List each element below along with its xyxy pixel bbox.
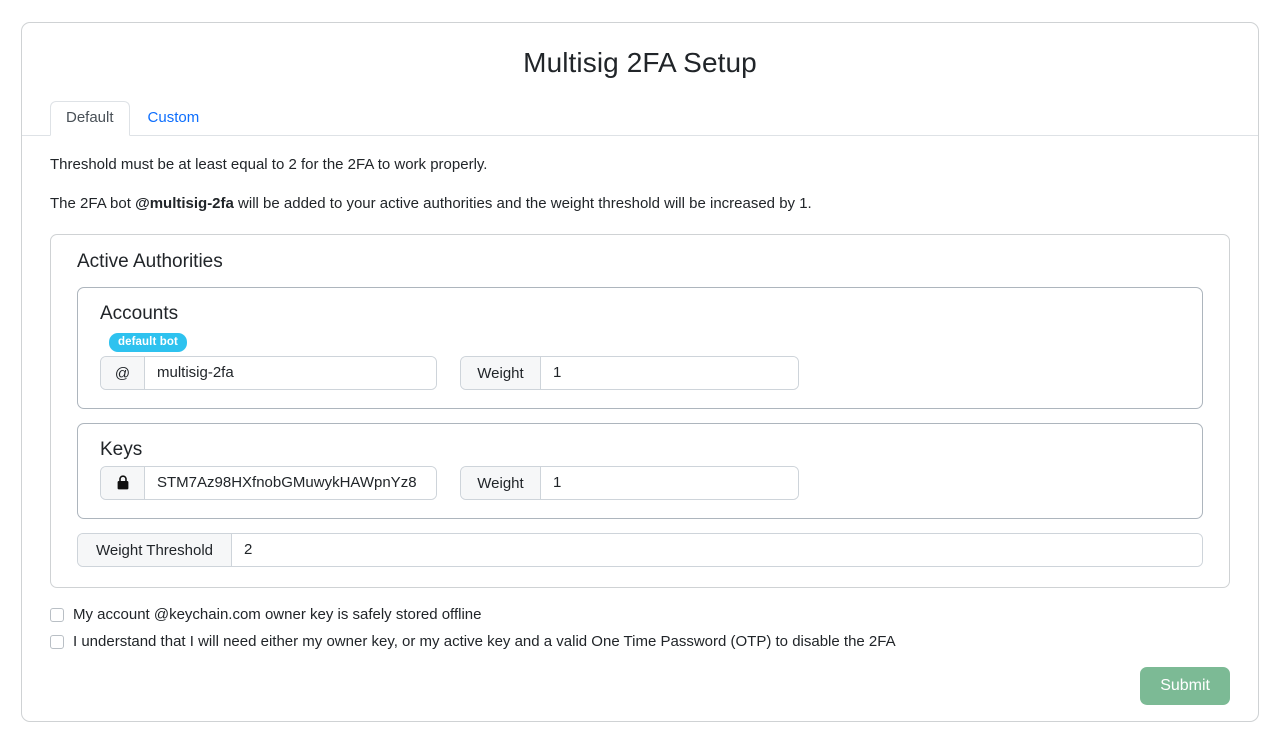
keys-row: Weight — [100, 466, 1180, 500]
account-name-input[interactable] — [145, 357, 436, 389]
lock-icon — [101, 467, 145, 499]
accounts-row: @ Weight — [100, 356, 1180, 390]
active-authorities-title: Active Authorities — [77, 251, 223, 272]
key-input-group — [100, 466, 437, 500]
tab-default[interactable]: Default — [50, 101, 130, 136]
bot-name: @multisig-2fa — [135, 195, 234, 212]
bot-note: The 2FA bot @multisig-2fa will be added … — [50, 176, 1230, 215]
account-weight-input-group: Weight — [460, 356, 799, 390]
weight-threshold-input-group: Weight Threshold — [77, 533, 1203, 567]
submit-row: Submit — [22, 667, 1258, 705]
multisig-setup-card: Multisig 2FA Setup Default Custom Thresh… — [21, 22, 1259, 722]
key-weight-input-group: Weight — [460, 466, 799, 500]
weight-threshold-label: Weight Threshold — [78, 534, 232, 566]
confirmation-row-otp-understanding: I understand that I will need either my … — [50, 631, 1230, 653]
checkbox-owner-key-offline-label: My account @keychain.com owner key is sa… — [73, 606, 482, 623]
accounts-title: Accounts — [100, 303, 179, 324]
form-body: Threshold must be at least equal to 2 fo… — [22, 136, 1258, 588]
tab-custom[interactable]: Custom — [132, 101, 216, 136]
keys-group: Keys Weight — [77, 423, 1203, 519]
page-title: Multisig 2FA Setup — [523, 47, 757, 78]
account-weight-label: Weight — [461, 357, 541, 389]
page-root: Multisig 2FA Setup Default Custom Thresh… — [0, 0, 1280, 731]
checkbox-otp-understanding[interactable] — [50, 635, 64, 649]
key-weight-input[interactable] — [541, 467, 798, 499]
accounts-group: Accounts default bot @ Weight — [77, 287, 1203, 409]
confirmation-row-owner-key: My account @keychain.com owner key is sa… — [50, 604, 1230, 626]
confirmation-checkbox-list: My account @keychain.com owner key is sa… — [22, 604, 1258, 653]
key-weight-label: Weight — [461, 467, 541, 499]
keys-title: Keys — [100, 439, 143, 460]
checkbox-owner-key-offline[interactable] — [50, 608, 64, 622]
public-key-input[interactable] — [145, 467, 436, 499]
tab-bar: Default Custom — [22, 101, 1258, 136]
account-weight-input[interactable] — [541, 357, 798, 389]
bot-note-prefix: The 2FA bot — [50, 195, 136, 212]
at-sign-icon: @ — [101, 357, 145, 389]
account-input-group: @ — [100, 356, 437, 390]
submit-button[interactable]: Submit — [1140, 667, 1230, 705]
weight-threshold-input[interactable] — [232, 534, 1202, 566]
default-bot-badge: default bot — [109, 333, 187, 352]
bot-note-suffix: will be added to your active authorities… — [233, 195, 812, 212]
active-authorities-panel: Active Authorities Accounts default bot … — [50, 234, 1230, 588]
checkbox-otp-understanding-label: I understand that I will need either my … — [73, 633, 896, 650]
threshold-note: Threshold must be at least equal to 2 fo… — [50, 156, 488, 173]
